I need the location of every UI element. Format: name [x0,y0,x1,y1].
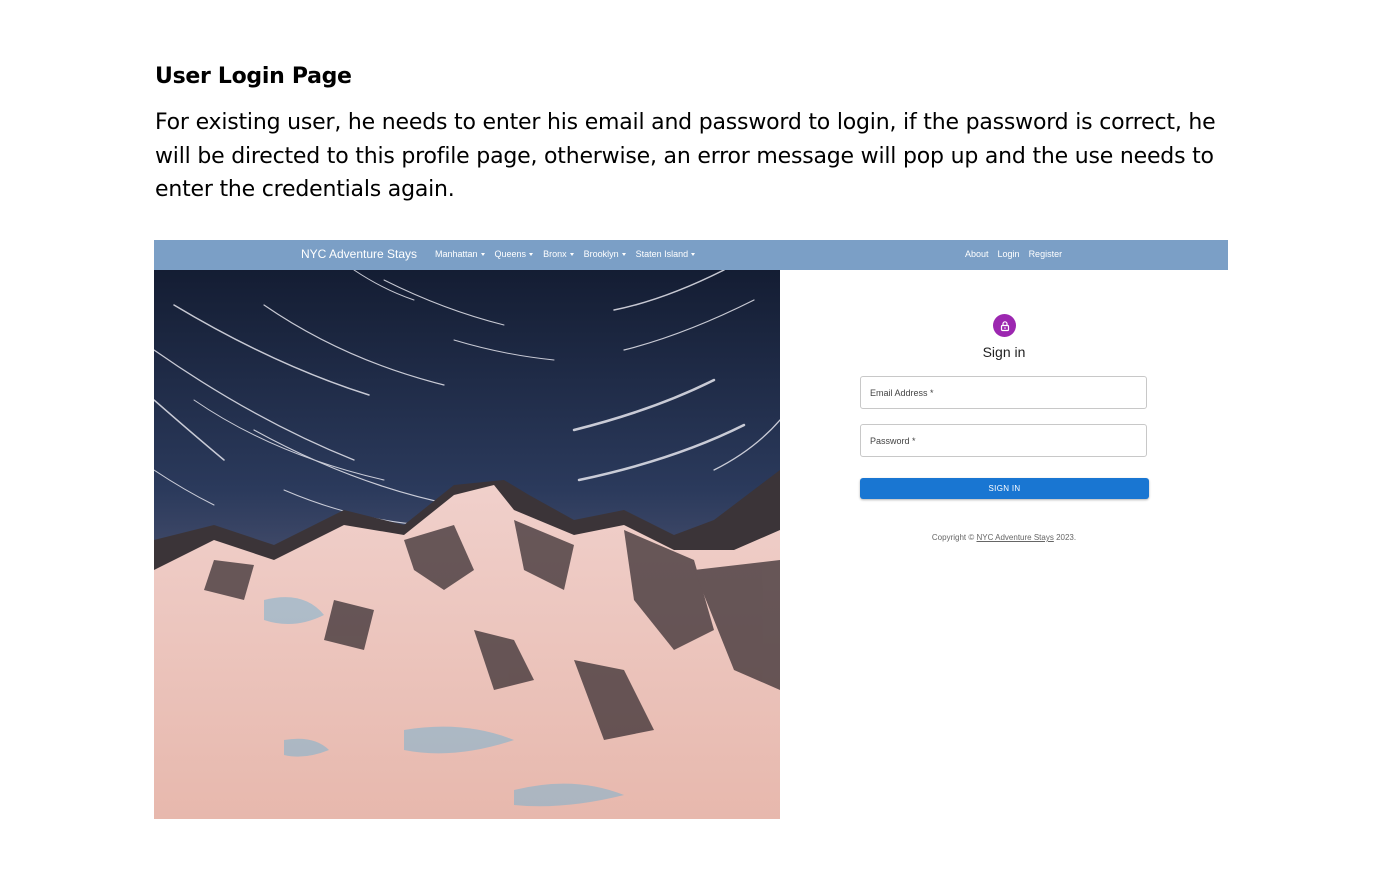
nav-link-about[interactable]: About [965,249,989,259]
caret-down-icon [480,252,485,256]
brand-link[interactable]: NYC Adventure Stays [301,247,417,261]
nav-dropdown-staten-island[interactable]: Staten Island [636,249,696,259]
nav-menu: Manhattan Queens Bronx Brooklyn Staten I… [435,249,696,259]
sign-in-button[interactable]: SIGN IN [860,478,1149,499]
caret-down-icon [529,252,534,256]
copyright-footer: Copyright © NYC Adventure Stays 2023. [931,533,1077,542]
caret-down-icon [691,252,696,256]
password-field-label: Password * [870,436,916,446]
document-heading: User Login Page [155,64,352,89]
nav-link-register[interactable]: Register [1029,249,1063,259]
nav-dropdown-bronx[interactable]: Bronx [543,249,574,259]
lock-icon [993,314,1016,337]
nav-dropdown-brooklyn[interactable]: Brooklyn [584,249,626,259]
password-field[interactable]: Password * [860,424,1147,457]
sign-in-title: Sign in [982,344,1026,360]
hero-image [154,270,780,819]
caret-down-icon [621,252,626,256]
copyright-link[interactable]: NYC Adventure Stays [976,533,1053,542]
nav-link-login[interactable]: Login [998,249,1020,259]
nav-right: About Login Register [965,249,1062,259]
email-field[interactable]: Email Address * [860,376,1147,409]
login-page-screenshot: NYC Adventure Stays Manhattan Queens Bro… [154,240,1228,819]
navbar: NYC Adventure Stays Manhattan Queens Bro… [154,240,1228,270]
nav-dropdown-manhattan[interactable]: Manhattan [435,249,485,259]
email-field-label: Email Address * [870,388,934,398]
nav-dropdown-queens[interactable]: Queens [495,249,534,259]
mountain-star-trails-image [154,270,780,819]
document-paragraph: For existing user, he needs to enter his… [155,110,1216,202]
caret-down-icon [569,252,574,256]
